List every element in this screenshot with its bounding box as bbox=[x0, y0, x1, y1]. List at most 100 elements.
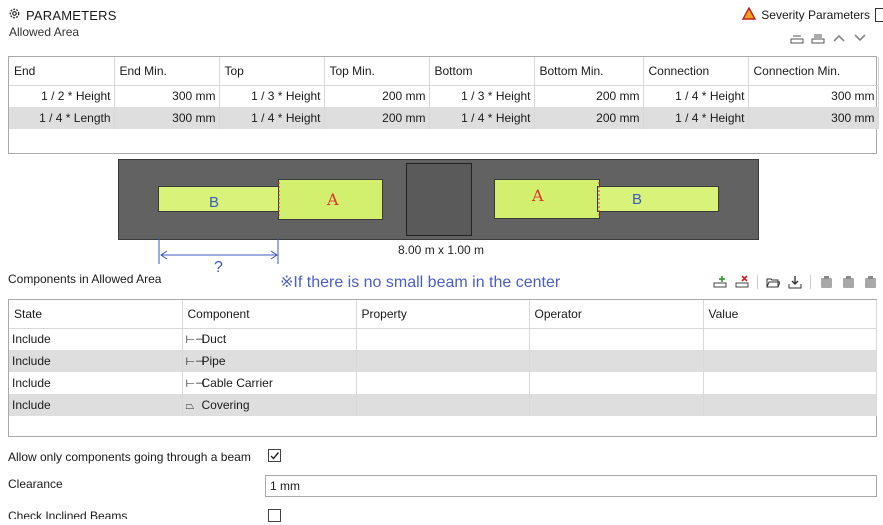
col-property[interactable]: Property bbox=[356, 300, 530, 329]
check-inclined-label: Check Inclined Beams bbox=[8, 509, 128, 519]
col-end-min[interactable]: End Min. bbox=[114, 57, 220, 86]
cell-value[interactable] bbox=[703, 328, 877, 350]
open-folder-icon[interactable] bbox=[766, 275, 780, 289]
components-label: Components in Allowed Area bbox=[8, 272, 162, 286]
table-row[interactable]: Include ⊢⊣Cable Carrier bbox=[9, 372, 877, 394]
col-bottom[interactable]: Bottom bbox=[429, 57, 535, 86]
cell-operator[interactable] bbox=[529, 328, 704, 350]
allow-only-label: Allow only components going through a be… bbox=[8, 450, 251, 464]
clipboard-icon[interactable] bbox=[819, 275, 833, 289]
col-value[interactable]: Value bbox=[703, 300, 877, 329]
allow-only-checkbox[interactable] bbox=[268, 449, 281, 465]
toolbar-divider bbox=[757, 275, 758, 289]
cell-state[interactable]: Include bbox=[9, 394, 183, 416]
cell-connection-min[interactable]: 300 mm bbox=[748, 107, 879, 129]
col-operator[interactable]: Operator bbox=[529, 300, 704, 329]
beam-icon: ⊢⊣ bbox=[185, 334, 205, 347]
dimension-question: ? bbox=[214, 259, 223, 276]
cell-state[interactable]: Include bbox=[9, 328, 183, 350]
cell-top[interactable]: 1 / 4 * Height bbox=[219, 107, 325, 129]
component-name: Pipe bbox=[201, 354, 226, 368]
severity-label: Severity Parameters bbox=[761, 8, 870, 22]
col-connection[interactable]: Connection bbox=[643, 57, 749, 86]
add-row-icon[interactable] bbox=[713, 275, 727, 289]
cell-top[interactable]: 1 / 3 * Height bbox=[219, 85, 325, 107]
cell-operator[interactable] bbox=[529, 350, 704, 372]
covering-icon: ⏢ bbox=[185, 399, 195, 412]
clearance-label: Clearance bbox=[8, 477, 63, 491]
panel-header: PARAMETERS bbox=[8, 7, 117, 23]
cell-top-min[interactable]: 200 mm bbox=[324, 107, 430, 129]
cell-property[interactable] bbox=[356, 328, 530, 350]
dimension-text: 8.00 m x 1.00 m bbox=[398, 243, 485, 257]
checkbox-box bbox=[268, 449, 281, 462]
cell-end-min[interactable]: 300 mm bbox=[114, 85, 220, 107]
table-row[interactable]: Include ⊢⊣Duct bbox=[9, 328, 877, 350]
cell-state[interactable]: Include bbox=[9, 372, 183, 394]
allowed-area-grid: End End Min. Top Top Min. Bottom Bottom … bbox=[8, 56, 879, 154]
import-icon[interactable] bbox=[788, 275, 802, 289]
col-component[interactable]: Component bbox=[182, 300, 357, 329]
cell-operator[interactable] bbox=[529, 394, 704, 416]
paste-icon[interactable] bbox=[863, 275, 877, 289]
cell-value[interactable] bbox=[703, 394, 877, 416]
panel-title: PARAMETERS bbox=[26, 7, 117, 23]
expand-rows-icon[interactable] bbox=[811, 31, 825, 45]
diagram-note: ※If there is no small beam in the center bbox=[280, 274, 561, 291]
cell-bottom[interactable]: 1 / 4 * Height bbox=[429, 107, 535, 129]
cell-value[interactable] bbox=[703, 372, 877, 394]
cell-bottom[interactable]: 1 / 3 * Height bbox=[429, 85, 535, 107]
gear-icon bbox=[8, 7, 21, 23]
component-name: Cable Carrier bbox=[201, 376, 273, 390]
cell-property[interactable] bbox=[356, 372, 530, 394]
col-end[interactable]: End bbox=[9, 57, 115, 86]
cell-value[interactable] bbox=[703, 350, 877, 372]
red-dashed-markers bbox=[278, 182, 600, 218]
col-top[interactable]: Top bbox=[219, 57, 325, 86]
cell-component[interactable]: ⊢⊣Duct bbox=[182, 328, 357, 350]
chevron-up-icon[interactable] bbox=[832, 31, 846, 45]
components-toolbar bbox=[713, 275, 877, 289]
cell-end-min[interactable]: 300 mm bbox=[114, 107, 220, 129]
cell-state[interactable]: Include bbox=[9, 350, 183, 372]
collapse-rows-icon[interactable] bbox=[790, 31, 804, 45]
cell-bottom-min[interactable]: 200 mm bbox=[534, 85, 644, 107]
col-state[interactable]: State bbox=[9, 300, 183, 329]
cell-end[interactable]: 1 / 2 * Height bbox=[9, 85, 115, 107]
allowed-area-header-row: End End Min. Top Top Min. Bottom Bottom … bbox=[9, 57, 879, 86]
allowed-area-label: Allowed Area bbox=[9, 26, 80, 37]
cell-end[interactable]: 1 / 4 * Length bbox=[9, 107, 115, 129]
beam-icon: ⊢⊣ bbox=[185, 356, 205, 368]
beam-icon: ⊢⊣ bbox=[185, 378, 205, 390]
col-top-min[interactable]: Top Min. bbox=[324, 57, 430, 86]
allowed-area-toolbar bbox=[790, 31, 867, 45]
cell-connection-min[interactable]: 300 mm bbox=[748, 85, 879, 107]
cell-bottom-min[interactable]: 200 mm bbox=[534, 107, 644, 129]
check-icon bbox=[270, 452, 280, 460]
table-row[interactable]: Include ⏢ Covering bbox=[9, 394, 877, 416]
cell-component[interactable]: ⊢⊣Pipe bbox=[182, 350, 357, 372]
cell-top-min[interactable]: 200 mm bbox=[324, 85, 430, 107]
col-connection-min[interactable]: Connection Min. bbox=[748, 57, 879, 86]
cell-connection[interactable]: 1 / 4 * Height bbox=[643, 107, 749, 129]
table-row[interactable]: 1 / 4 * Length 300 mm 1 / 4 * Height 200… bbox=[9, 107, 879, 129]
component-name: Covering bbox=[201, 397, 250, 412]
chevron-down-icon[interactable] bbox=[853, 31, 867, 45]
col-bottom-min[interactable]: Bottom Min. bbox=[534, 57, 644, 86]
components-grid: State Component Property Operator Value … bbox=[8, 299, 877, 437]
copy-icon[interactable] bbox=[841, 275, 855, 289]
cell-component[interactable]: ⏢ Covering bbox=[182, 394, 357, 416]
cell-connection[interactable]: 1 / 4 * Height bbox=[643, 85, 749, 107]
table-row[interactable]: Include ⊢⊣Pipe bbox=[9, 350, 877, 372]
delete-row-icon[interactable] bbox=[735, 275, 749, 289]
cell-component[interactable]: ⊢⊣Cable Carrier bbox=[182, 372, 357, 394]
check-inclined-checkbox[interactable] bbox=[268, 509, 281, 525]
cell-property[interactable] bbox=[356, 394, 530, 416]
severity-parameters-link[interactable]: Severity Parameters bbox=[742, 6, 883, 23]
cell-operator[interactable] bbox=[529, 372, 704, 394]
clearance-input[interactable]: 1 mm bbox=[265, 475, 877, 497]
warning-icon bbox=[742, 6, 757, 23]
component-name: Duct bbox=[201, 332, 227, 347]
cell-property[interactable] bbox=[356, 350, 530, 372]
table-row[interactable]: 1 / 2 * Height 300 mm 1 / 3 * Height 200… bbox=[9, 85, 879, 107]
